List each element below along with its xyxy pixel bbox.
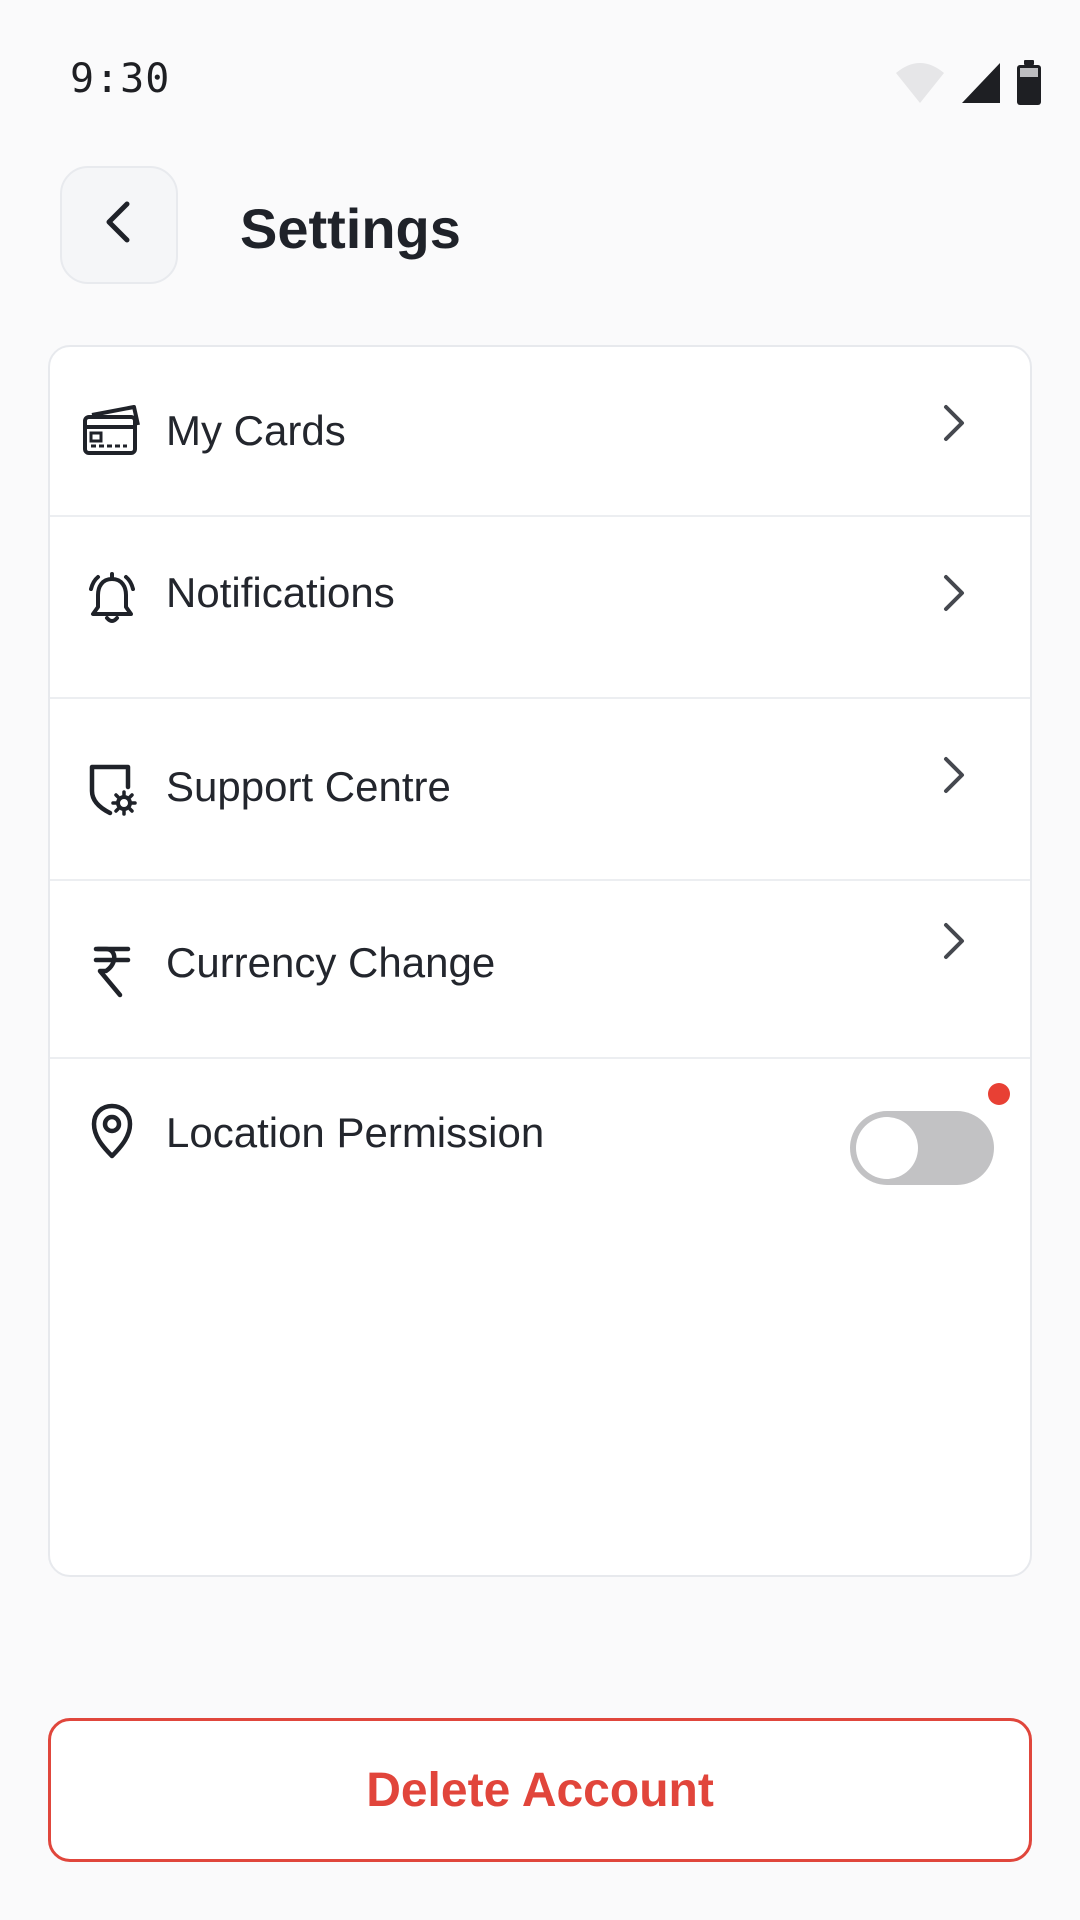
delete-account-button[interactable]: Delete Account (48, 1718, 1032, 1862)
location-permission-toggle[interactable] (850, 1111, 994, 1185)
bell-icon (80, 567, 144, 631)
settings-item-notifications[interactable]: Notifications (50, 517, 1030, 699)
chevron-right-icon (944, 405, 964, 441)
status-time: 9:30 (70, 56, 171, 102)
credit-card-icon (80, 399, 144, 463)
settings-item-location-permission: Location Permission (50, 1059, 1030, 1575)
settings-list: My Cards Notifications Support Centre Cu… (48, 345, 1032, 1577)
alert-dot (988, 1083, 1010, 1105)
rupee-icon (80, 939, 144, 1003)
chevron-right-icon (944, 757, 964, 793)
cellular-signal-icon (960, 61, 1002, 110)
settings-item-label: Location Permission (166, 1109, 545, 1156)
chevron-left-icon (99, 198, 139, 253)
back-button[interactable] (60, 166, 178, 284)
status-icons (894, 60, 1042, 111)
status-bar: 9:30 (0, 0, 1080, 160)
settings-item-label: Support Centre (166, 763, 451, 810)
shield-gear-icon (80, 757, 144, 821)
battery-icon (1016, 60, 1042, 111)
settings-item-label: Notifications (166, 569, 395, 616)
chevron-right-icon (944, 575, 964, 611)
settings-item-label: Currency Change (166, 939, 496, 986)
settings-item-currency-change[interactable]: Currency Change (50, 881, 1030, 1059)
wifi-icon (894, 61, 946, 110)
chevron-right-icon (944, 923, 964, 959)
settings-item-my-cards[interactable]: My Cards (50, 347, 1030, 517)
settings-item-label: My Cards (166, 407, 346, 454)
page-title: Settings (240, 197, 461, 260)
toggle-knob (856, 1117, 918, 1179)
location-pin-icon (80, 1099, 144, 1163)
settings-item-support-centre[interactable]: Support Centre (50, 699, 1030, 881)
